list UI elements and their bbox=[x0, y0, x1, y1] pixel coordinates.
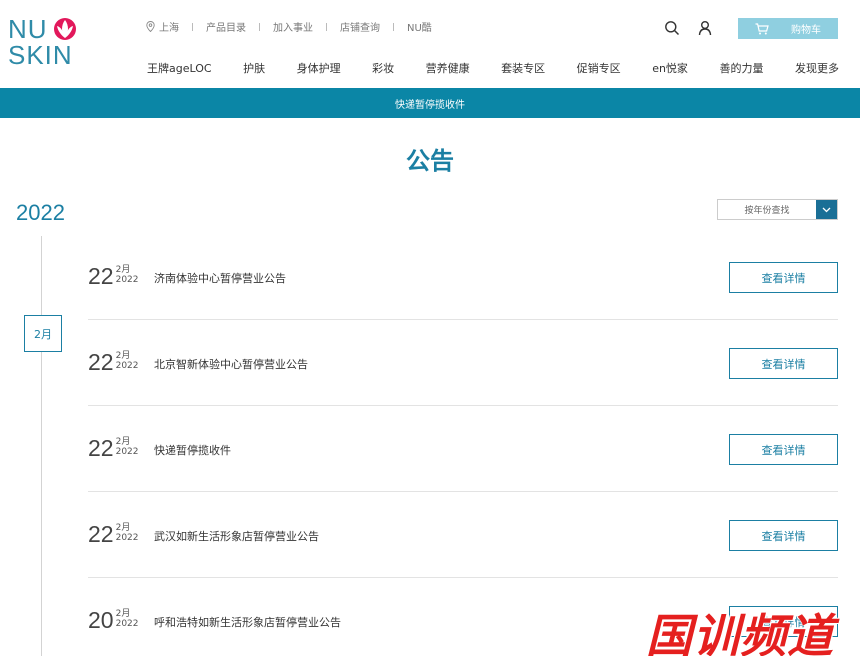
notice-row: 22 2月 2022 快递暂停揽收件 查看详情 bbox=[88, 406, 838, 492]
notice-year: 2022 bbox=[115, 533, 139, 543]
notice-month-year: 2月 2022 bbox=[116, 265, 139, 285]
notice-month: 2月 bbox=[115, 265, 131, 275]
year-heading: 2022 bbox=[16, 200, 65, 225]
notice-title[interactable]: 北京智新体验中心暂停营业公告 bbox=[154, 356, 308, 372]
nav-item-en-home[interactable]: en悦家 bbox=[652, 60, 688, 76]
notice-date: 22 2月 2022 bbox=[88, 436, 139, 460]
month-marker: 2月 bbox=[24, 315, 62, 352]
logo-mark-icon bbox=[54, 18, 76, 40]
notice-title[interactable]: 济南体验中心暂停营业公告 bbox=[154, 270, 286, 286]
notice-year: 2022 bbox=[115, 275, 139, 285]
nav-item-discover-more[interactable]: 发现更多 bbox=[795, 60, 839, 76]
nav-item-sets[interactable]: 套装专区 bbox=[501, 60, 545, 76]
year-filter-placeholder: 按年份查找 bbox=[744, 206, 790, 216]
topbar-divider bbox=[259, 22, 260, 31]
notice-year: 2022 bbox=[115, 619, 139, 629]
logo-text-line2: SKIN bbox=[8, 40, 73, 70]
year-filter-toggle[interactable] bbox=[816, 200, 837, 219]
notice-year: 2022 bbox=[115, 361, 139, 371]
view-details-button[interactable]: 查看详情 bbox=[729, 348, 838, 379]
cart-label: 购物车 bbox=[791, 25, 821, 36]
notice-title[interactable]: 呼和浩特如新生活形象店暂停营业公告 bbox=[154, 614, 341, 630]
notice-month-year: 2月 2022 bbox=[116, 523, 139, 543]
year-filter-select[interactable]: 按年份查找 bbox=[717, 199, 838, 220]
notice-month: 2月 bbox=[115, 523, 131, 533]
notice-row: 22 2月 2022 北京智新体验中心暂停营业公告 查看详情 bbox=[88, 320, 838, 406]
notice-row: 22 2月 2022 武汉如新生活形象店暂停营业公告 查看详情 bbox=[88, 492, 838, 578]
view-details-button[interactable]: 查看详情 bbox=[729, 520, 838, 551]
cart-icon bbox=[755, 22, 769, 34]
search-icon[interactable] bbox=[664, 20, 680, 36]
notice-month: 2月 bbox=[115, 437, 131, 447]
notice-month: 2月 bbox=[115, 609, 131, 619]
watermark-text: 国训频道 bbox=[646, 609, 834, 656]
logo-text-line1: NU bbox=[8, 14, 48, 44]
nav-item-makeup[interactable]: 彩妆 bbox=[372, 60, 394, 76]
topbar-divider bbox=[393, 22, 394, 31]
notice-month: 2月 bbox=[115, 351, 131, 361]
link-nu-cool[interactable]: NU酷 bbox=[407, 19, 432, 34]
nav-item-promotions[interactable]: 促销专区 bbox=[577, 60, 621, 76]
notice-day: 22 bbox=[88, 521, 114, 547]
notice-title[interactable]: 武汉如新生活形象店暂停营业公告 bbox=[154, 528, 319, 544]
notice-date: 22 2月 2022 bbox=[88, 264, 139, 288]
notice-year: 2022 bbox=[115, 447, 139, 457]
notice-date: 20 2月 2022 bbox=[88, 608, 139, 632]
top-utility-bar: 上海 产品目录 加入事业 店铺查询 NU酷 bbox=[146, 19, 432, 34]
link-product-catalog[interactable]: 产品目录 bbox=[206, 19, 246, 34]
nav-item-ageloc[interactable]: 王牌ageLOC bbox=[147, 60, 212, 76]
notice-month-year: 2月 2022 bbox=[116, 609, 139, 629]
notice-day: 22 bbox=[88, 263, 114, 289]
banner-text: 快递暂停揽收件 bbox=[395, 99, 465, 111]
notice-day: 20 bbox=[88, 607, 114, 633]
view-details-button[interactable]: 查看详情 bbox=[729, 262, 838, 293]
header-icons bbox=[664, 20, 730, 36]
announcement-banner[interactable]: 快递暂停揽收件 bbox=[0, 88, 860, 118]
chevron-down-icon bbox=[822, 207, 831, 212]
view-details-button[interactable]: 查看详情 bbox=[729, 434, 838, 465]
notice-row: 22 2月 2022 济南体验中心暂停营业公告 查看详情 bbox=[88, 234, 838, 320]
location-pin-icon bbox=[146, 21, 155, 32]
user-icon[interactable] bbox=[697, 20, 713, 36]
location-label: 上海 bbox=[159, 23, 179, 34]
topbar-divider bbox=[192, 22, 193, 31]
location-selector[interactable]: 上海 bbox=[146, 19, 179, 34]
cart-button[interactable]: 购物车 bbox=[738, 18, 838, 39]
page-title: 公告 bbox=[406, 147, 454, 175]
timeline-line bbox=[41, 236, 42, 656]
notice-date: 22 2月 2022 bbox=[88, 522, 139, 546]
link-store-locator[interactable]: 店铺查询 bbox=[340, 19, 380, 34]
nav-item-skincare[interactable]: 护肤 bbox=[243, 60, 265, 76]
link-join-business[interactable]: 加入事业 bbox=[273, 19, 313, 34]
main-navigation: 王牌ageLOC 护肤 身体护理 彩妆 营养健康 套装专区 促销专区 en悦家 … bbox=[147, 60, 839, 76]
notice-title[interactable]: 快递暂停揽收件 bbox=[154, 442, 231, 458]
notice-day: 22 bbox=[88, 349, 114, 375]
notice-list: 22 2月 2022 济南体验中心暂停营业公告 查看详情 22 2月 2022 … bbox=[88, 234, 838, 656]
nav-item-nutrition[interactable]: 营养健康 bbox=[426, 60, 470, 76]
notice-month-year: 2月 2022 bbox=[116, 351, 139, 371]
notice-day: 22 bbox=[88, 435, 114, 461]
notice-date: 22 2月 2022 bbox=[88, 350, 139, 374]
channel-watermark: 国训频道 bbox=[646, 598, 860, 656]
notice-month-year: 2月 2022 bbox=[116, 437, 139, 457]
nav-item-force-for-good[interactable]: 善的力量 bbox=[719, 60, 763, 76]
topbar-divider bbox=[326, 22, 327, 31]
nav-item-body-care[interactable]: 身体护理 bbox=[297, 60, 341, 76]
nuskin-logo[interactable]: NU SKIN bbox=[8, 14, 78, 70]
